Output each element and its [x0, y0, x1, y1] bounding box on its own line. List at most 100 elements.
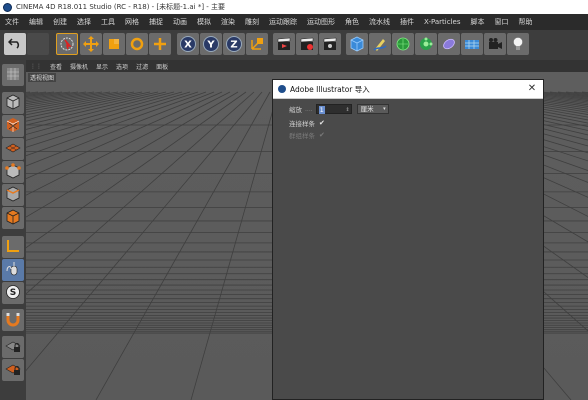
- window-title: CINEMA 4D R18.011 Studio (RC - R18) - [未…: [16, 3, 226, 11]
- clapper-icon: [276, 36, 292, 52]
- workplane-lock-button[interactable]: [2, 359, 24, 381]
- model-mode-button[interactable]: [2, 92, 24, 114]
- viewport-menubar: ⋮⋮ 查看 摄像机 显示 选项 过滤 面板: [26, 60, 588, 72]
- workplane-grid-icon: [5, 140, 21, 158]
- y-axis-label: Y: [206, 40, 215, 51]
- live-selection-icon: [59, 36, 75, 52]
- viewport-menu-options[interactable]: 选项: [112, 62, 132, 71]
- svg-text:S: S: [10, 288, 16, 298]
- workplane-button[interactable]: [2, 138, 24, 160]
- menu-character[interactable]: 角色: [340, 17, 364, 27]
- viewport-menu-filter[interactable]: 过滤: [132, 62, 152, 71]
- window-titlebar: CINEMA 4D R18.011 Studio (RC - R18) - [未…: [0, 0, 588, 15]
- array-button[interactable]: [415, 33, 437, 55]
- menu-select[interactable]: 选择: [72, 17, 96, 27]
- subdivision-icon: [395, 36, 411, 52]
- camera-icon: [487, 36, 503, 52]
- z-axis-button[interactable]: Z: [223, 33, 245, 55]
- menu-animate[interactable]: 动画: [168, 17, 192, 27]
- menu-create[interactable]: 创建: [48, 17, 72, 27]
- close-icon: ✕: [527, 83, 537, 94]
- add-button[interactable]: [149, 33, 171, 55]
- menu-mesh[interactable]: 网格: [120, 17, 144, 27]
- generator-button[interactable]: [392, 33, 414, 55]
- unit-dropdown[interactable]: 厘米 ▾: [356, 104, 389, 114]
- pen-icon: [372, 36, 388, 52]
- snap-icon: S: [5, 284, 21, 302]
- live-selection-button[interactable]: [56, 33, 78, 55]
- menu-script[interactable]: 脚本: [465, 17, 489, 27]
- edges-mode-button[interactable]: [2, 184, 24, 206]
- camera-button[interactable]: [484, 33, 506, 55]
- mode-palette: S: [0, 60, 27, 400]
- menu-snap[interactable]: 捕捉: [144, 17, 168, 27]
- menu-mograph[interactable]: 运动图形: [302, 17, 340, 27]
- snap-button[interactable]: S: [2, 282, 24, 304]
- viewport-menu-view[interactable]: 查看: [46, 62, 66, 71]
- axis-mode-button[interactable]: [2, 236, 24, 258]
- magnet-icon: [5, 311, 21, 329]
- menu-file[interactable]: 文件: [0, 17, 24, 27]
- viewport-menu-cameras[interactable]: 摄像机: [66, 62, 92, 71]
- chevron-down-icon: ▾: [383, 106, 386, 112]
- group-splines-checkbox: ✔: [319, 131, 325, 139]
- group-splines-label: 群组样条: [289, 132, 315, 140]
- move-button[interactable]: [80, 33, 102, 55]
- light-button[interactable]: [507, 33, 529, 55]
- close-button[interactable]: ✕: [525, 82, 539, 96]
- add-icon: [152, 36, 168, 52]
- menu-tools[interactable]: 工具: [96, 17, 120, 27]
- rotate-button[interactable]: [126, 33, 148, 55]
- render-to-picture-viewer-button[interactable]: [296, 33, 318, 55]
- lock-workplane-button[interactable]: [2, 336, 24, 358]
- cube-object-button[interactable]: [346, 33, 368, 55]
- viewport-menu-panel[interactable]: 面板: [152, 62, 172, 71]
- group-splines-row: 群组样条 ✔: [289, 130, 325, 140]
- menu-render[interactable]: 渲染: [216, 17, 240, 27]
- magnet-button[interactable]: [2, 309, 24, 331]
- connect-splines-checkbox[interactable]: ✔: [319, 119, 325, 127]
- menu-plugins[interactable]: 插件: [395, 17, 419, 27]
- scale-icon: [107, 37, 121, 51]
- scale-input[interactable]: 1 ⇕: [315, 104, 352, 115]
- redo-button[interactable]: [27, 33, 49, 55]
- y-axis-button[interactable]: Y: [200, 33, 222, 55]
- tweak-mode-button[interactable]: [2, 259, 24, 281]
- locked-texture-grid-icon: [5, 361, 21, 379]
- scale-row: 缩放 .... 1 ⇕ 厘米 ▾: [289, 104, 389, 114]
- connect-splines-label: 连接样条: [289, 120, 315, 128]
- spline-pen-button[interactable]: [369, 33, 391, 55]
- menu-edit[interactable]: 编辑: [24, 17, 48, 27]
- make-editable-button[interactable]: [2, 64, 24, 86]
- x-axis-button[interactable]: X: [177, 33, 199, 55]
- deformer-button[interactable]: [438, 33, 460, 55]
- edges-icon: [5, 186, 21, 204]
- floor-grid-icon: [464, 36, 480, 52]
- light-bulb-icon: [510, 36, 526, 52]
- menu-simulate[interactable]: 模拟: [192, 17, 216, 27]
- connect-splines-row: 连接样条 ✔: [289, 118, 325, 128]
- move-icon: [83, 36, 99, 52]
- dialog-titlebar: Adobe Illustrator 导入: [273, 80, 543, 99]
- menu-pipeline[interactable]: 流水线: [364, 17, 395, 27]
- tweak-mouse-icon: [5, 261, 21, 279]
- render-view-button[interactable]: [273, 33, 295, 55]
- texture-mode-button[interactable]: [2, 115, 24, 137]
- axis-icon: [5, 238, 21, 256]
- menu-x-particles[interactable]: X-Particles: [419, 18, 465, 26]
- viewport-menu-handle[interactable]: ⋮⋮: [26, 63, 46, 70]
- locked-grid-icon: [5, 338, 21, 356]
- scale-button[interactable]: [103, 33, 125, 55]
- menu-help[interactable]: 帮助: [513, 17, 537, 27]
- menu-window[interactable]: 窗口: [489, 17, 513, 27]
- menu-motion-tracking[interactable]: 运动跟踪: [264, 17, 302, 27]
- viewport-menu-display[interactable]: 显示: [92, 62, 112, 71]
- spinner-arrows-icon[interactable]: ⇕: [345, 105, 349, 115]
- polygons-mode-button[interactable]: [2, 207, 24, 229]
- points-mode-button[interactable]: [2, 161, 24, 183]
- coordinate-system-button[interactable]: [246, 33, 268, 55]
- undo-button[interactable]: [4, 33, 26, 55]
- render-settings-button[interactable]: [319, 33, 341, 55]
- menu-sculpt[interactable]: 雕刻: [240, 17, 264, 27]
- floor-button[interactable]: [461, 33, 483, 55]
